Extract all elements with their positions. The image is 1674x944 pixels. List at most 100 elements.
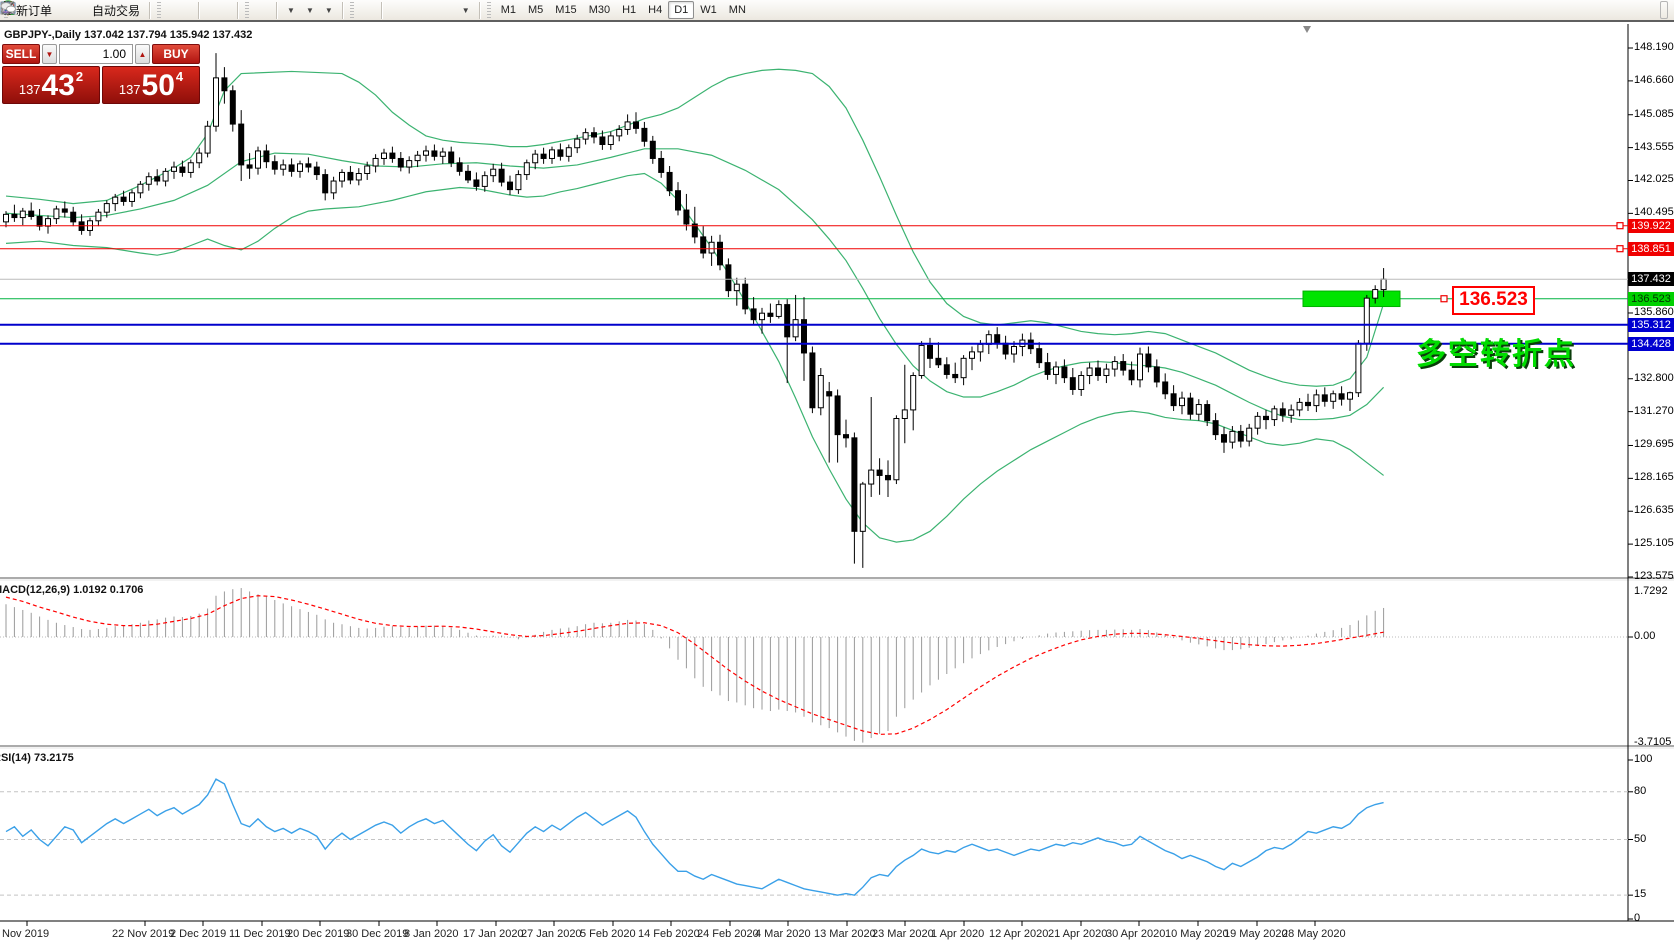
chart-canvas[interactable] [0, 0, 1674, 944]
rsi-axis-label: 100 [1634, 753, 1652, 765]
toolbar-separator [276, 2, 277, 19]
price-callout-label[interactable]: 136.523 [1452, 286, 1535, 315]
rsi-axis-label: 80 [1634, 785, 1646, 797]
price-axis-badge: 138.851 [1628, 242, 1674, 256]
buy-price-big: 50 [142, 72, 175, 100]
timeframe-buttons: M1M5M15M30H1H4D1W1MN [495, 1, 752, 19]
bar-chart-button[interactable] [165, 1, 173, 19]
rsi-axis-label: 15 [1634, 888, 1646, 900]
price-axis-tick: 125.105 [1634, 537, 1674, 549]
price-axis-tick: 148.190 [1634, 41, 1674, 53]
fibonacci-tool[interactable]: F [427, 1, 435, 19]
price-axis-tick: 143.555 [1634, 141, 1674, 153]
zoom-out-button[interactable] [214, 1, 222, 19]
time-axis-label: Nov 2019 [2, 928, 49, 940]
text-tool[interactable]: A [437, 1, 445, 19]
volume-input[interactable]: 1.00 [59, 44, 133, 64]
sell-price-pip: 2 [76, 71, 83, 83]
timeframe-button-w1[interactable]: W1 [694, 1, 723, 19]
time-axis-label: 13 Mar 2020 [814, 928, 876, 940]
main-toolbar: 新订单 自动交易 ▼ ▼ ▼ E F A T ▼ M1M5M15M30H1H4D… [0, 0, 1674, 22]
time-axis-label: 11 Dec 2019 [229, 928, 291, 940]
mt4-terminal: { "window": { "toolbar": { "new_order_la… [0, 0, 1674, 944]
horizontal-line-tool[interactable] [397, 1, 405, 19]
cursor-tool-button[interactable] [358, 1, 366, 19]
time-axis-label: 22 Nov 2019 [112, 928, 174, 940]
auto-scroll-button[interactable] [253, 1, 261, 19]
macd-axis-label: 1.7292 [1634, 585, 1668, 597]
time-axis-label: 14 Feb 2020 [638, 928, 700, 940]
price-axis-badge: 136.523 [1628, 292, 1674, 306]
timeframe-button-h1[interactable]: H1 [616, 1, 642, 19]
price-axis-badge: 134.428 [1628, 337, 1674, 351]
timeframe-button-h4[interactable]: H4 [642, 1, 668, 19]
time-axis-label: 23 Mar 2020 [872, 928, 934, 940]
sell-price-panel[interactable]: 137432 [2, 66, 100, 104]
rsi-indicator-label: RSI(14) 73.2175 [0, 752, 74, 764]
new-order-label: 新订单 [16, 2, 52, 19]
price-axis-tick: 131.270 [1634, 405, 1674, 417]
dropdown-arrow-icon: ▼ [306, 6, 314, 15]
price-axis-tick: 128.165 [1634, 471, 1674, 483]
terminal-button[interactable] [68, 1, 76, 19]
timeframe-button-m5[interactable]: M5 [522, 1, 549, 19]
chart-shift-marker [1303, 26, 1311, 33]
one-click-trading-panel: SELL ▼ 1.00 ▲ BUY 137432 137504 [2, 44, 200, 104]
volume-up-button[interactable]: ▲ [135, 44, 150, 64]
autotrading-button[interactable]: 自动交易 [88, 1, 144, 19]
dropdown-arrow-icon: ▼ [462, 6, 470, 15]
timeframe-button-mn[interactable]: MN [723, 1, 752, 19]
zoom-in-button[interactable] [204, 1, 212, 19]
toolbar-grip [245, 2, 249, 18]
toolbar-grip [487, 2, 491, 18]
price-axis-tick: 140.495 [1634, 206, 1674, 218]
chat-button[interactable] [1660, 1, 1668, 19]
vertical-line-tool[interactable] [387, 1, 395, 19]
line-chart-button[interactable] [185, 1, 193, 19]
rsi-axis-label: 50 [1634, 833, 1646, 845]
toolbar-separator [479, 2, 480, 19]
chart-shift-button[interactable] [263, 1, 271, 19]
time-axis-label: 1 Apr 2020 [931, 928, 984, 940]
templates-button[interactable]: ▼ [320, 1, 337, 19]
time-axis-label: 8 Jan 2020 [404, 928, 458, 940]
timeframe-button-d1[interactable]: D1 [668, 1, 694, 19]
dropdown-arrow-icon: ▼ [325, 6, 333, 15]
indicators-button[interactable]: ▼ [282, 1, 299, 19]
toolbar-separator [342, 2, 343, 19]
toolbar-separator [149, 2, 150, 19]
candlestick-chart-button[interactable] [175, 1, 183, 19]
channel-tool[interactable]: E [417, 1, 425, 19]
time-axis-label: 17 Jan 2020 [463, 928, 524, 940]
symbols-button[interactable] [58, 1, 66, 19]
price-axis-badge: 135.312 [1628, 318, 1674, 332]
crosshair-tool-button[interactable] [368, 1, 376, 19]
volume-down-button[interactable]: ▼ [42, 44, 57, 64]
signals-button[interactable] [78, 1, 86, 19]
annotation-text[interactable]: 多空转折点 [1416, 329, 1576, 373]
periods-button[interactable]: ▼ [301, 1, 318, 19]
timeframe-button-m1[interactable]: M1 [495, 1, 522, 19]
time-axis-label: 19 May 2020 [1224, 928, 1288, 940]
macd-indicator-label: MACD(12,26,9) 1.0192 0.1706 [0, 584, 143, 596]
trendline-tool[interactable] [407, 1, 415, 19]
arrows-tool[interactable]: ▼ [457, 1, 474, 19]
search-button[interactable] [1650, 1, 1658, 19]
price-axis-tick: 145.085 [1634, 108, 1674, 120]
autotrading-label: 自动交易 [92, 2, 140, 19]
text-label-tool[interactable]: T [447, 1, 455, 19]
sell-button[interactable]: SELL [2, 44, 40, 64]
buy-price-panel[interactable]: 137504 [102, 66, 200, 104]
time-axis-label: 12 Apr 2020 [989, 928, 1048, 940]
timeframe-button-m15[interactable]: M15 [549, 1, 582, 19]
price-axis-badge: 137.432 [1628, 272, 1674, 286]
time-axis-label: 28 May 2020 [1282, 928, 1346, 940]
highlight-zone[interactable] [1303, 291, 1400, 306]
tile-windows-button[interactable] [224, 1, 232, 19]
time-axis-label: 20 Dec 2019 [287, 928, 349, 940]
timeframe-button-m30[interactable]: M30 [583, 1, 616, 19]
buy-button[interactable]: BUY [152, 44, 200, 64]
time-axis-label: 4 Mar 2020 [755, 928, 811, 940]
toolbar-grip [157, 2, 161, 18]
new-order-button[interactable]: 新订单 [12, 1, 56, 19]
